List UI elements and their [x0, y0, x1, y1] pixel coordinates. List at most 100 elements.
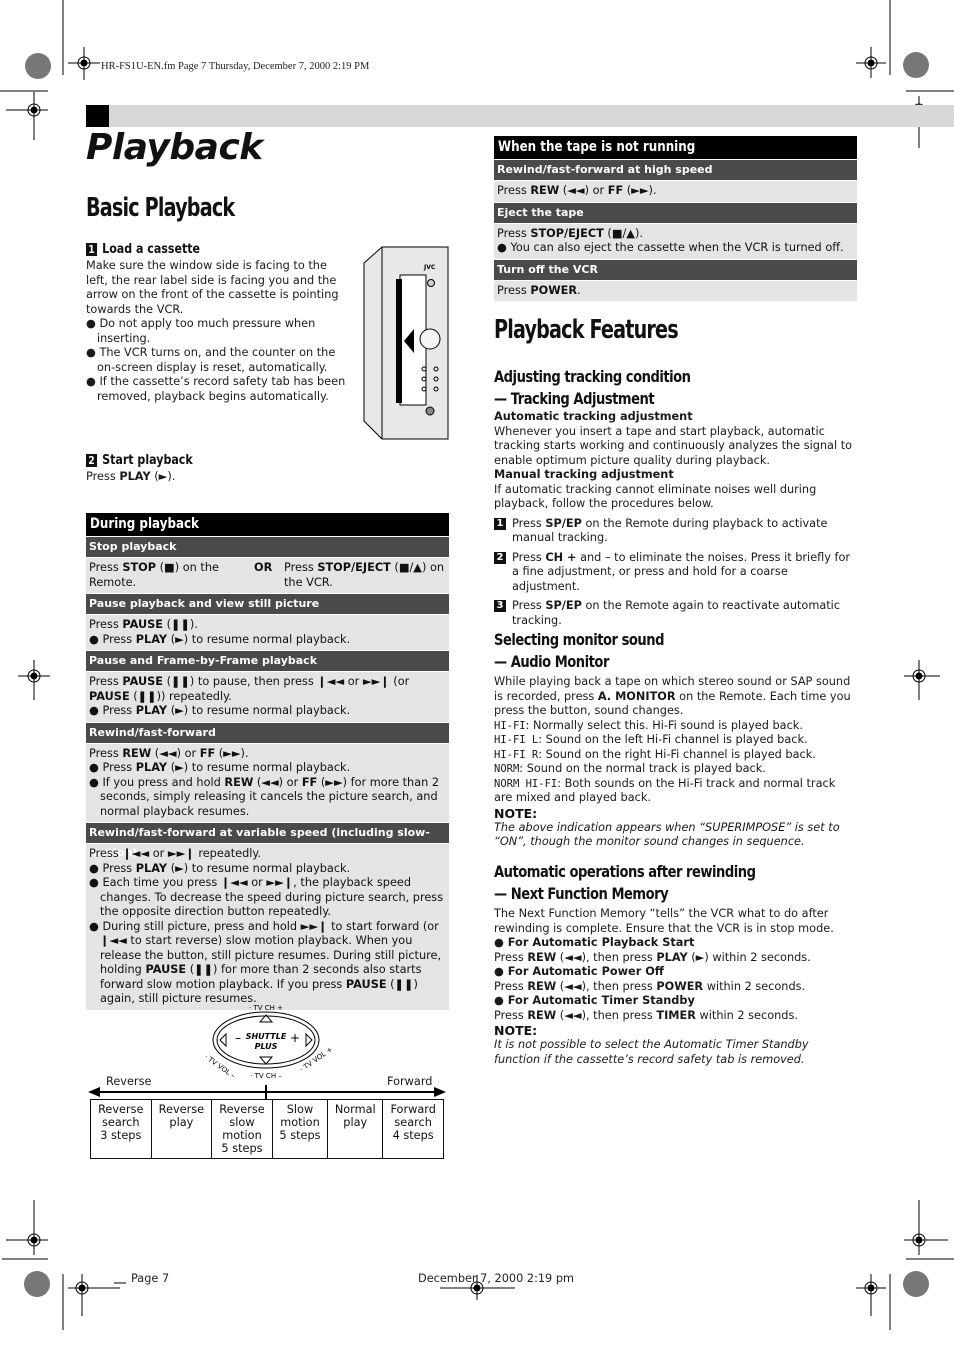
shuttle-mode-text: motion [222, 1129, 262, 1142]
row-heading: Stop playback [86, 536, 449, 557]
header-band-marker [86, 105, 109, 127]
nfm-item-heading: ● For Automatic Power Off [494, 965, 664, 978]
tracking-step: 3 Press SP/EP on the Remote again to reac… [494, 599, 856, 628]
shuttle-mode-text: motion [280, 1116, 320, 1129]
section-title-playback-features: Playback Features [494, 315, 679, 345]
nfm-item-text: Press REW (◄◄), then press PLAY (►) with… [494, 950, 811, 964]
vcr-brand: JVC [423, 264, 436, 271]
during-playback-table: During playback Stop playback Press STOP… [86, 513, 449, 1010]
plus-label: PLUS [255, 1042, 278, 1051]
shuttle-mode-text: Normal [334, 1103, 376, 1116]
row-heading: Pause and Frame-by-Frame playback [86, 650, 449, 671]
shuttle-mode-cell: Reverse play [150, 1099, 213, 1159]
row-content: Press REW (◄◄) or FF (►►). ● Press PLAY … [86, 742, 449, 822]
manual-tracking-heading: Manual tracking adjustment [494, 468, 674, 481]
page-title: Playback [86, 127, 263, 168]
step-title: Start playback [102, 453, 193, 468]
audio-mode: NORM: Sound on the normal track is playe… [494, 762, 766, 775]
note-heading: NOTE: [494, 1023, 538, 1038]
row-content: Press POWER. [494, 279, 857, 301]
subsection-subtitle: — Next Function Memory [494, 884, 669, 903]
row-content: Press PAUSE (❚❚). ● Press PLAY (►) to re… [86, 614, 449, 650]
footer-date: December 7, 2000 2:19 pm [418, 1272, 575, 1285]
shuttle-mode-cell: Reverse slow motion 5 steps [211, 1099, 273, 1159]
direction-arrow [88, 1085, 446, 1099]
step-start-playback: 2 Start playback Press PLAY (►). [86, 453, 212, 485]
shuttle-mode-text: search [394, 1116, 432, 1129]
nfm-item-text: Press REW (◄◄), then press TIMER within … [494, 1008, 798, 1022]
nfm-item-heading: ● For Automatic Playback Start [494, 936, 695, 949]
shuttle-mode-text: 5 steps [279, 1129, 321, 1142]
nfm-item-text: Press REW (◄◄), then press POWER within … [494, 979, 806, 993]
row-heading: Eject the tape [494, 201, 857, 223]
shuttle-mode-text: Reverse [158, 1103, 205, 1116]
shuttle-mode-text: Slow [286, 1103, 314, 1116]
bullet: ● If the cassette’s record safety tab ha… [86, 375, 346, 403]
shuttle-mode-text: slow [229, 1116, 255, 1129]
step-number: 1 [86, 243, 98, 256]
header-band [86, 105, 954, 127]
row-heading: Pause playback and view still picture [86, 593, 449, 614]
nfm-intro: The Next Function Memory “tells” the VCR… [494, 907, 834, 935]
minus-sign: – [235, 1031, 241, 1045]
row-heading: Turn off the VCR [494, 258, 857, 280]
tv-ch-plus-label: · TV CH + [249, 1004, 283, 1012]
row-content: Press STOP (■) on the Remote. OR Press S… [86, 557, 449, 593]
shuttle-mode-text: search [102, 1116, 140, 1129]
shuttle-mode-cell: Slow motion 5 steps [271, 1099, 329, 1159]
table-title: When the tape is not running [494, 136, 857, 159]
shuttle-mode-cell: Normal play [327, 1099, 384, 1159]
plus-sign: + [290, 1031, 300, 1045]
manual-tracking-text: If automatic tracking cannot eliminate n… [494, 482, 817, 511]
tracking-step: 1 Press SP/EP on the Remote during playba… [494, 517, 856, 546]
shuttle-mode-text: Reverse [98, 1103, 144, 1116]
shuttle-mode-text: play [169, 1116, 194, 1129]
row-content: Press REW (◄◄) or FF (►►). [494, 180, 857, 202]
shuttle-mode-text: 5 steps [221, 1142, 263, 1155]
step-text: Make sure the window side is facing to t… [86, 259, 339, 316]
row-content: Press PAUSE (❚❚) to pause, then press ❙◄… [86, 671, 449, 722]
audio-intro: While playing back a tape on which stere… [494, 675, 851, 717]
shuttle-mode-text: Forward [390, 1103, 436, 1116]
shuttle-mode-text: 4 steps [392, 1129, 434, 1142]
step-text: Press PLAY (►). [86, 470, 176, 483]
step-number: 2 [86, 454, 98, 467]
shuttle-speed-row: Reverse search 3 steps Reverse play Reverse sl… [90, 1099, 444, 1159]
shuttle-mode-text: 3 steps [100, 1129, 142, 1142]
shuttle-mode-cell: Reverse search 3 steps [90, 1099, 152, 1159]
shuttle-label: SHUTTLE [246, 1032, 287, 1041]
table-title: During playback [86, 513, 449, 536]
audio-mode: HI-FI: Normally select this. Hi-Fi sound… [494, 718, 803, 732]
section-title-basic-playback: Basic Playback [86, 193, 235, 223]
subsection-title: Selecting monitor sound [494, 630, 665, 649]
audio-monitor-section: Selecting monitor sound — Audio Monitor … [494, 629, 856, 850]
tracking-section: Adjusting tracking condition — Tracking … [494, 366, 856, 628]
row-heading: Rewind/fast-forward [86, 721, 449, 743]
note-heading: NOTE: [494, 805, 538, 821]
bullet: ● The VCR turns on, and the counter on t… [86, 346, 336, 374]
auto-tracking-heading: Automatic tracking adjustment [494, 410, 693, 423]
shuttle-speed-table: Reverse search 3 steps Reverse play Reverse sl… [90, 1099, 444, 1159]
shuttle-mode-text: Reverse [219, 1103, 265, 1116]
vcr-front-illustration: JVC [363, 246, 449, 440]
tracking-step: 2 Press CH + and – to eliminate the noise… [494, 551, 856, 595]
next-function-memory-section: Automatic operations after rewinding — N… [494, 861, 856, 1067]
tv-ch-minus-label: · TV CH – [250, 1072, 282, 1080]
audio-mode: HI-FI R: Sound on the right Hi-Fi channe… [494, 747, 816, 761]
shuttle-mode-cell: Forward search 4 steps [382, 1099, 444, 1159]
note-text: It is not possible to select the Automat… [494, 1038, 809, 1066]
bullet: ● Do not apply too much pressure when in… [86, 317, 316, 345]
print-header: HR-FS1U-EN.fm Page 7 Thursday, December … [101, 61, 370, 72]
note-text: The above indication appears when “SUPER… [494, 820, 840, 849]
subsection-subtitle: — Tracking Adjustment [494, 389, 655, 408]
footer-page-number: Page 7 [131, 1272, 170, 1285]
audio-mode: NORM HI-FI: Both sounds on the Hi-Fi tra… [494, 776, 836, 805]
step-load-cassette: 1 Load a cassette Make sure the window si… [86, 242, 346, 404]
nfm-item-heading: ● For Automatic Timer Standby [494, 994, 695, 1007]
subsection-title: Adjusting tracking condition [494, 367, 691, 386]
row-heading: Rewind/fast-forward at high speed [494, 159, 857, 180]
shuttle-mode-text: play [343, 1116, 368, 1129]
subsection-subtitle: — Audio Monitor [494, 652, 609, 671]
shuttle-plus-dial: · TV CH + · TV CH – SHUTTLE PLUS – + · T… [203, 1004, 334, 1080]
row-content: Press ❙◄◄ or ►►❙ repeatedly. ● Press PLA… [86, 843, 449, 1010]
